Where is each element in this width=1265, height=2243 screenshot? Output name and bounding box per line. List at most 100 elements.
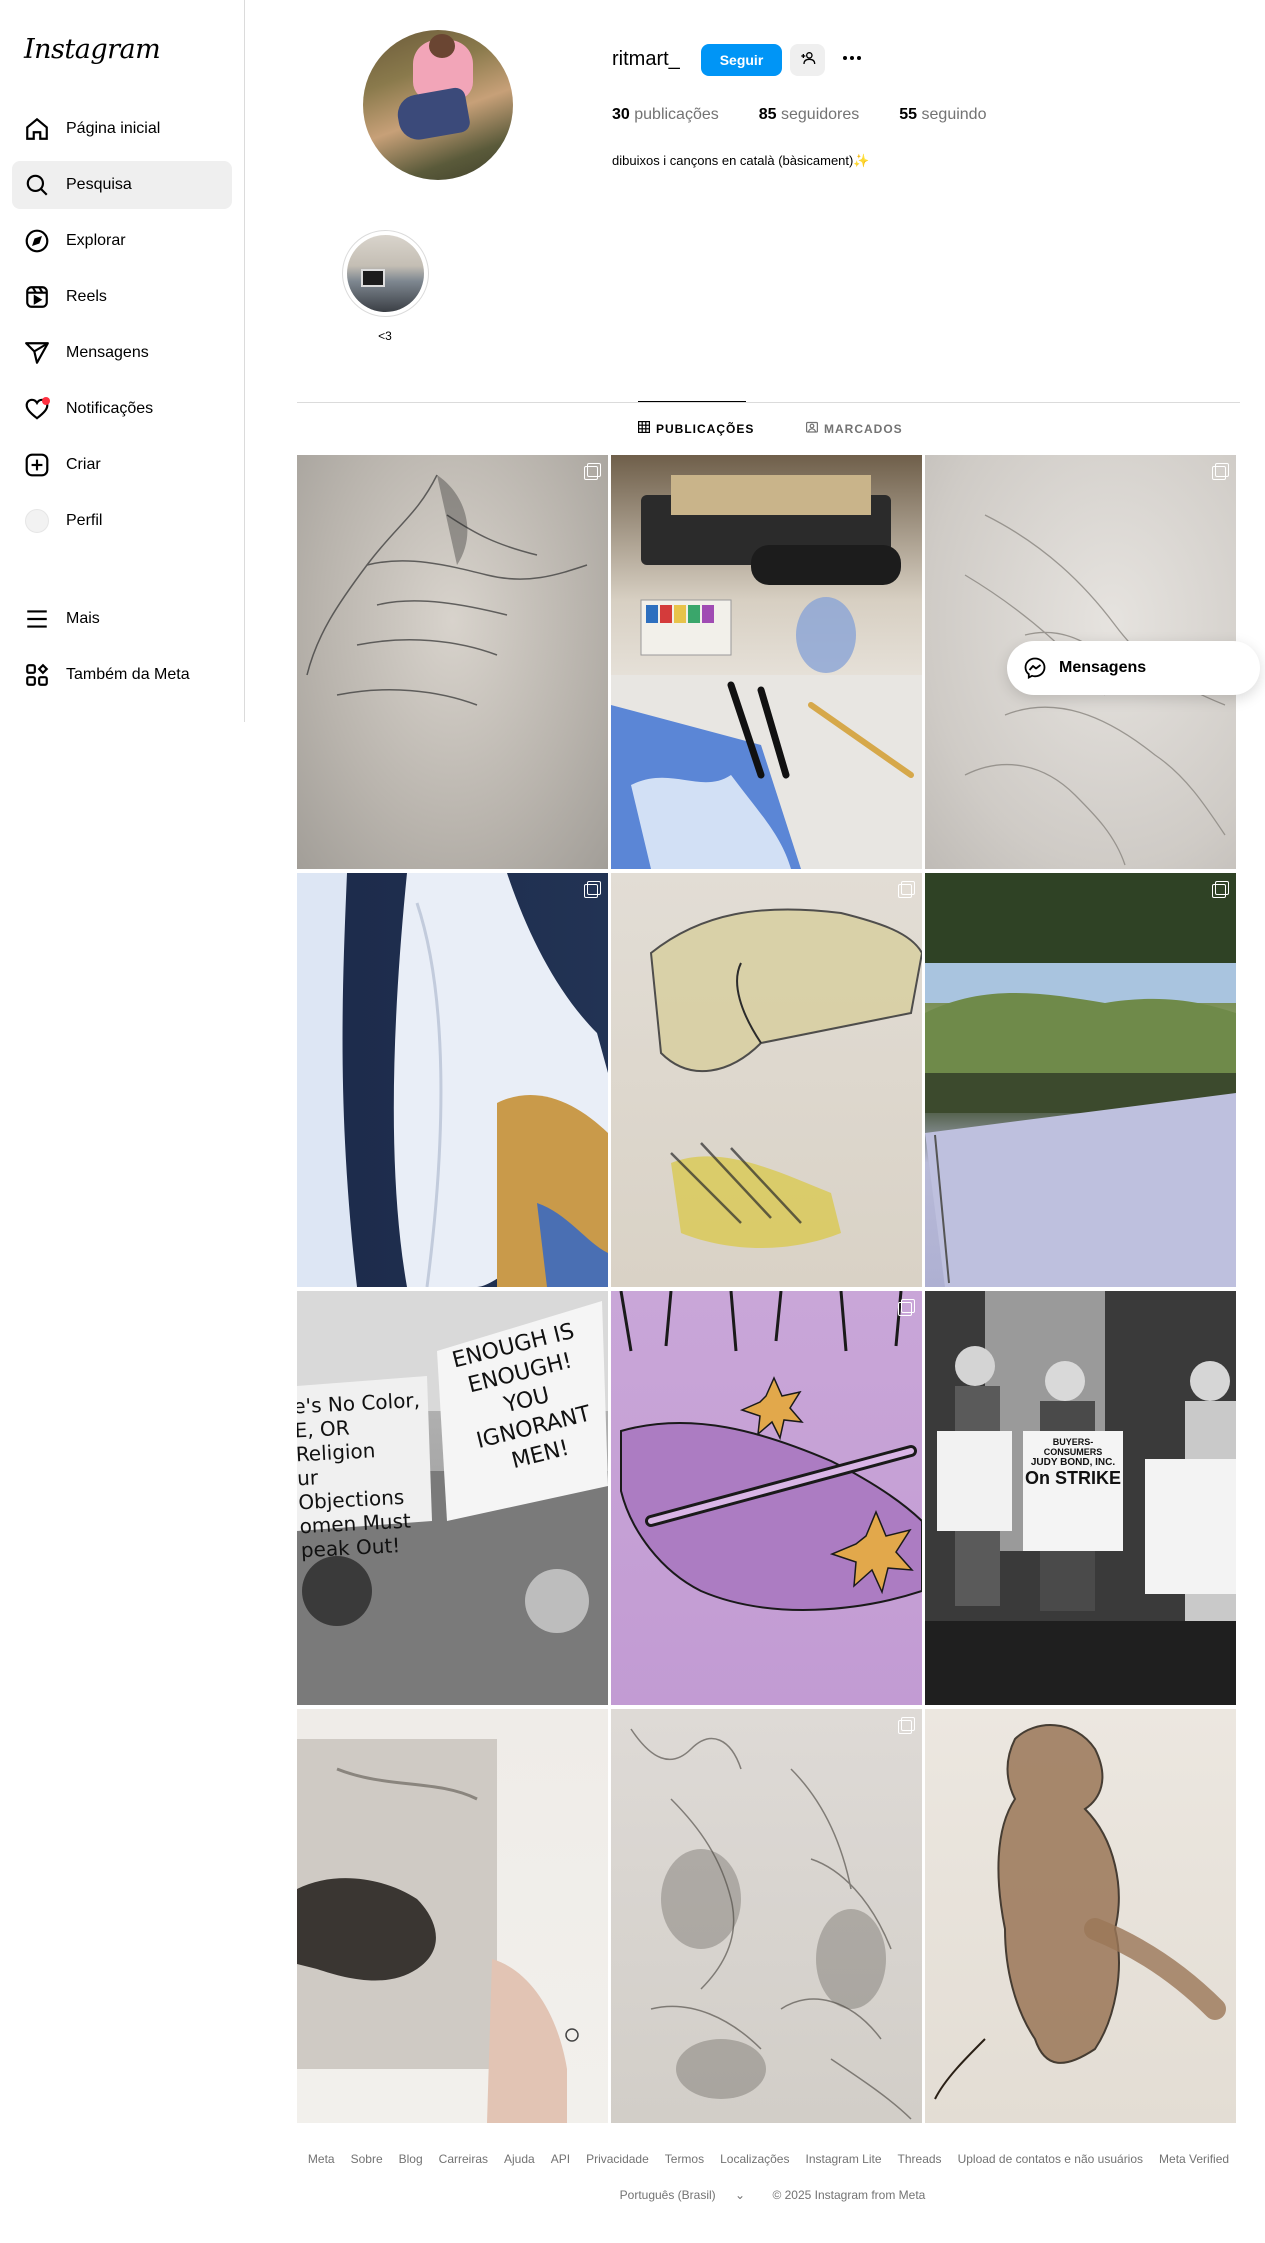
story-highlight[interactable]: <3 [340, 230, 430, 343]
post-7[interactable]: e's No Color, E, OR Religion ur Objectio… [297, 1291, 608, 1705]
menu-icon [24, 606, 50, 632]
sidebar-bottom-nav: Mais Também da Meta [12, 595, 232, 707]
tagged-icon [806, 421, 824, 436]
messenger-icon [1023, 656, 1047, 680]
plus-square-icon [24, 452, 50, 478]
sidebar-nav: Página inicial Pesquisa Explorar Reels M… [12, 105, 232, 553]
home-icon [24, 116, 50, 142]
sidebar-item-search[interactable]: Pesquisa [12, 161, 232, 209]
highlight-cover [346, 235, 424, 312]
post-9[interactable]: BUYERS-CONSUMERS JUDY BOND, INC. On STRI… [925, 1291, 1236, 1705]
post-4[interactable] [297, 873, 608, 1287]
footer-link[interactable]: Blog [399, 2152, 423, 2166]
footer-link[interactable]: Meta Verified [1159, 2152, 1229, 2166]
footer-link[interactable]: Termos [665, 2152, 704, 2166]
footer-link[interactable]: Localizações [720, 2152, 789, 2166]
sidebar-item-label: Mensagens [66, 344, 149, 361]
send-icon [24, 340, 50, 366]
sidebar-item-label: Também da Meta [66, 666, 190, 683]
post-1[interactable] [297, 455, 608, 869]
footer-link[interactable]: Carreiras [439, 2152, 488, 2166]
profile-stats: 30 publicações 85 seguidores 55 seguindo [612, 106, 1026, 124]
suggest-similar-button[interactable] [790, 44, 825, 76]
purple-flowers-illustration [619, 1291, 922, 1611]
post-8[interactable] [611, 1291, 922, 1705]
tab-tagged[interactable]: MARCADOS [806, 421, 903, 436]
colored-hands-drawing [649, 908, 922, 1248]
sidebar-item-home[interactable]: Página inicial [12, 105, 232, 153]
sidebar-item-notifications[interactable]: Notificações [12, 385, 232, 433]
footer-bottom: Português (Brasil) ⌄ © 2025 Instagram fr… [297, 2188, 1240, 2202]
footer-link[interactable]: Privacidade [586, 2152, 649, 2166]
search-icon [24, 172, 50, 198]
multi-post-icon [584, 881, 601, 898]
instagram-logo[interactable]: Instagram [24, 34, 161, 65]
post-10[interactable] [297, 1709, 608, 2123]
follow-button[interactable]: Seguir [701, 44, 782, 76]
tab-posts[interactable]: PUBLICAÇÕES [638, 421, 754, 436]
tab-posts-label: PUBLICAÇÕES [656, 421, 755, 436]
tab-tagged-label: MARCADOS [824, 421, 903, 436]
multi-post-icon [1212, 463, 1229, 480]
more-options-button[interactable] [836, 44, 868, 76]
post-12[interactable] [925, 1709, 1236, 2123]
multi-post-icon [584, 463, 601, 480]
sidebar: Instagram Página inicial Pesquisa Explor… [0, 0, 245, 722]
notification-dot [42, 397, 50, 405]
printed-tshirt-photo [297, 1739, 579, 2123]
avatar-hair-shape [429, 34, 455, 58]
footer-link[interactable]: Sobre [351, 2152, 383, 2166]
footer-link[interactable]: Instagram Lite [805, 2152, 881, 2166]
followers-count[interactable]: 85 seguidores [759, 106, 860, 124]
sidebar-item-create[interactable]: Criar [12, 441, 232, 489]
floating-messages-button[interactable]: Mensagens [1007, 641, 1260, 695]
profile-avatar[interactable] [363, 30, 513, 180]
strike-photo [925, 1291, 1236, 1705]
profile-bio: dibuixos i cançons en català (bàsicament… [612, 153, 870, 168]
chevron-down-icon: ⌄ [735, 2188, 746, 2202]
sidebar-item-meta-apps[interactable]: Também da Meta [12, 651, 232, 699]
sidebar-item-label: Mais [66, 610, 100, 627]
art-supplies-photo [611, 475, 922, 869]
tabs-divider [297, 402, 1240, 403]
following-count[interactable]: 55 seguindo [899, 106, 986, 124]
multi-post-icon [898, 881, 915, 898]
post-5[interactable] [611, 873, 922, 1287]
footer-link[interactable]: Threads [898, 2152, 942, 2166]
ink-figure-drawing [934, 1724, 1226, 2100]
graphite-hand-studies [630, 1728, 912, 2120]
sidebar-item-label: Pesquisa [66, 176, 132, 193]
avatar-legs-shape [394, 86, 472, 143]
sidebar-item-reels[interactable]: Reels [12, 273, 232, 321]
footer-link[interactable]: API [551, 2152, 570, 2166]
multi-post-icon [898, 1299, 915, 1316]
ellipsis-icon [840, 46, 864, 75]
add-user-icon [800, 50, 816, 71]
sidebar-item-profile[interactable]: Perfil [12, 497, 232, 545]
heart-icon [24, 396, 50, 422]
hand-drawing-art [306, 474, 588, 706]
sidebar-item-explore[interactable]: Explorar [12, 217, 232, 265]
sidebar-item-more[interactable]: Mais [12, 595, 232, 643]
sidebar-item-label: Reels [66, 288, 107, 305]
post-11[interactable] [611, 1709, 922, 2123]
language-selector[interactable]: Português (Brasil) ⌄ [612, 2188, 753, 2202]
sidebar-item-label: Notificações [66, 400, 154, 417]
highlight-screen-shape [360, 269, 385, 287]
multi-post-icon [1212, 881, 1229, 898]
reels-icon [24, 284, 50, 310]
sidebar-item-label: Página inicial [66, 120, 161, 137]
grid-icon [638, 421, 656, 436]
multi-post-icon [898, 1717, 915, 1734]
post-6[interactable] [925, 873, 1236, 1287]
footer-link[interactable]: Ajuda [504, 2152, 535, 2166]
sidebar-item-label: Criar [66, 456, 101, 473]
active-tab-indicator [638, 401, 746, 402]
post-2[interactable] [611, 455, 922, 869]
floating-messages-label: Mensagens [1059, 659, 1147, 676]
protest-sign-left: e's No Color, E, OR Religion ur Objectio… [297, 1387, 421, 1563]
footer-link[interactable]: Meta [308, 2152, 335, 2166]
posts-count: 30 publicações [612, 106, 719, 123]
footer-link[interactable]: Upload de contatos e não usuários [958, 2152, 1143, 2166]
sidebar-item-messages[interactable]: Mensagens [12, 329, 232, 377]
